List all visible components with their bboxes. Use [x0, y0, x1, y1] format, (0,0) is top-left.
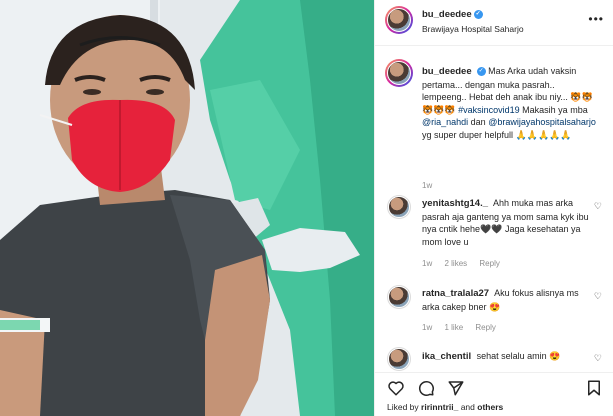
caption-time[interactable]: 1w	[422, 181, 432, 190]
commenter-avatar[interactable]	[387, 347, 411, 371]
likes-others-link[interactable]: others	[477, 402, 503, 412]
comment-likes[interactable]: 2 likes	[444, 259, 467, 268]
comment-icon[interactable]	[417, 379, 435, 397]
commenter-avatar[interactable]	[387, 285, 411, 309]
likes-prefix: Liked by	[387, 402, 422, 412]
comment-likes[interactable]: 1 like	[444, 323, 463, 332]
post-side-panel: bu_deedee ✓ Brawijaya Hospital Saharjo ••…	[374, 0, 613, 416]
verified-badge-icon: ✓	[473, 9, 483, 19]
comment-time[interactable]: 1w	[422, 259, 432, 268]
comment-heart-icon[interactable]: ♡	[594, 353, 602, 364]
caption-conjunction: dan	[468, 117, 489, 127]
comments-list[interactable]: bu_deedee ✓ Mas Arka udah vaksin pertama.…	[375, 47, 613, 372]
comment-heart-icon[interactable]: ♡	[594, 201, 602, 212]
post-photo	[0, 0, 374, 416]
comment-heart-icon[interactable]: ♡	[594, 291, 602, 302]
verified-badge-icon: ✓	[476, 67, 486, 77]
comment-text: ratna_tralala27 Aku fokus alisnya ms ark…	[422, 287, 598, 313]
author-username-text[interactable]: bu_deedee	[422, 9, 472, 20]
comment-body: sehat selalu amin 😍	[476, 351, 561, 361]
caption-hashtag[interactable]: #vaksincovid19	[458, 105, 520, 115]
comment-meta: 1w 1 like Reply	[422, 323, 506, 332]
post-location[interactable]: Brawijaya Hospital Saharjo	[422, 24, 524, 34]
more-options-icon[interactable]: •••	[588, 12, 604, 26]
caption-author-avatar[interactable]	[385, 59, 413, 87]
likes-conjunction: and	[458, 402, 478, 412]
post-actions-bar	[375, 372, 613, 402]
comment-text: ika_chentil sehat selalu amin 😍	[422, 350, 598, 364]
likes-summary: Liked by ririnntrii_ and others	[387, 402, 503, 412]
author-username[interactable]: bu_deedee ✓	[422, 9, 483, 20]
commenter-username[interactable]: yenitashtg14._	[422, 198, 488, 209]
comment-meta: 1w 2 likes Reply	[422, 259, 510, 268]
reply-button[interactable]: Reply	[479, 259, 499, 268]
author-avatar[interactable]	[385, 6, 413, 34]
bookmark-icon[interactable]	[585, 379, 603, 397]
caption-meta: 1w	[422, 181, 442, 190]
comment-time[interactable]: 1w	[422, 323, 432, 332]
comment-text: yenitashtg14._ Ahh muka mas arka pasrah …	[422, 197, 598, 248]
commenter-username[interactable]: ratna_tralala27	[422, 288, 489, 299]
commenter-avatar[interactable]	[387, 195, 411, 219]
reply-button[interactable]: Reply	[475, 323, 495, 332]
caption-body-middle: Makasih ya mba	[519, 104, 588, 115]
post-media[interactable]	[0, 0, 374, 416]
caption-text: bu_deedee ✓ Mas Arka udah vaksin pertama.…	[422, 65, 598, 141]
caption-username[interactable]: bu_deedee	[422, 66, 472, 77]
commenter-username[interactable]: ika_chentil	[422, 351, 471, 362]
liked-by-user[interactable]: ririnntrii_	[421, 402, 458, 412]
caption-mention[interactable]: @brawijayahospitalsaharjo	[488, 117, 596, 127]
heart-icon[interactable]	[387, 379, 405, 397]
share-icon[interactable]	[447, 379, 465, 397]
caption-body-end: yg super duper helpfull 🙏🙏🙏🙏🙏	[422, 129, 572, 140]
post-header: bu_deedee ✓ Brawijaya Hospital Saharjo ••…	[375, 0, 613, 46]
caption-mention[interactable]: @ria_nahdi	[422, 117, 468, 127]
